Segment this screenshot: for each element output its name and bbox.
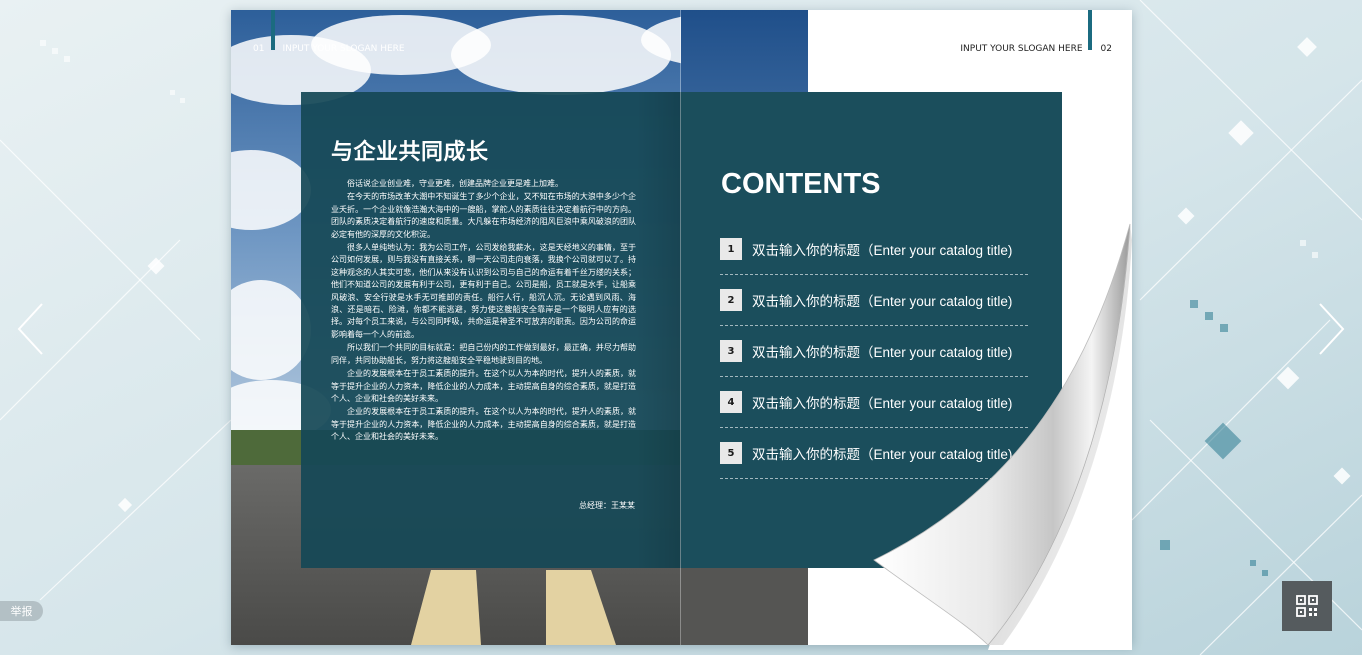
- toc-item[interactable]: 1 双击输入你的标题（Enter your catalog title): [720, 224, 1028, 275]
- article-paragraph: 所以我们一个共同的目标就是：把自己份内的工作做到最好，最正确，并尽力帮助同伴，共…: [331, 343, 636, 365]
- toc-number: 2: [720, 289, 742, 311]
- page-number: 01: [253, 44, 265, 54]
- next-page-button[interactable]: [1316, 302, 1346, 356]
- chevron-left-icon: [17, 303, 43, 355]
- article-paragraph: 企业的发展根本在于员工素质的提升。在这个以人为本的时代，提升人的素质，就等于提升…: [331, 369, 636, 403]
- toc-item[interactable]: 4 双击输入你的标题（Enter your catalog title): [720, 377, 1028, 428]
- article-paragraph: 企业的发展根本在于员工素质的提升。在这个以人为本的时代，提升人的素质，就等于提升…: [331, 407, 636, 442]
- toc-item[interactable]: 3 双击输入你的标题（Enter your catalog title): [720, 326, 1028, 377]
- toc-label: 双击输入你的标题（Enter your catalog title): [752, 345, 1013, 360]
- qr-code-icon: [1296, 595, 1318, 617]
- toc-number: 3: [720, 340, 742, 362]
- chevron-right-icon: [1319, 303, 1345, 355]
- page-number: 02: [1100, 44, 1112, 54]
- article-title: 与企业共同成长: [331, 140, 489, 165]
- report-button[interactable]: 举报: [0, 601, 43, 621]
- table-of-contents: 1 双击输入你的标题（Enter your catalog title) 2 双…: [720, 224, 1028, 479]
- article-panel: 与企业共同成长 俗话说企业创业难，守业更难，创建品牌企业更是难上加难。 在今天的…: [301, 92, 681, 568]
- signature: 总经理：王某某: [579, 501, 635, 510]
- toc-number: 5: [720, 442, 742, 464]
- article-paragraph: 在今天的市场改革大潮中不知诞生了多少个企业，又不知在市场的大浪中多少个企业夭折。…: [331, 192, 636, 239]
- toc-label: 双击输入你的标题（Enter your catalog title): [752, 447, 1013, 462]
- right-page[interactable]: INPUT YOUR SLOGAN HERE 02 CONTENTS 1 双击输…: [681, 10, 1132, 645]
- slogan-text: INPUT YOUR SLOGAN HERE: [282, 44, 405, 54]
- left-page[interactable]: 01 INPUT YOUR SLOGAN HERE 与企业共同成长 俗话说企业创…: [231, 10, 681, 645]
- article-body: 俗话说企业创业难，守业更难，创建品牌企业更是难上加难。 在今天的市场改革大潮中不…: [331, 178, 636, 445]
- toc-number: 4: [720, 391, 742, 413]
- toc-label: 双击输入你的标题（Enter your catalog title): [752, 294, 1013, 309]
- toc-item[interactable]: 2 双击输入你的标题（Enter your catalog title): [720, 275, 1028, 326]
- qr-code-button[interactable]: [1282, 581, 1332, 631]
- contents-panel: CONTENTS 1 双击输入你的标题（Enter your catalog t…: [681, 92, 1062, 568]
- toc-label: 双击输入你的标题（Enter your catalog title): [752, 243, 1013, 258]
- right-page-header: INPUT YOUR SLOGAN HERE 02: [960, 44, 1112, 54]
- toc-number: 1: [720, 238, 742, 260]
- flipbook[interactable]: 01 INPUT YOUR SLOGAN HERE 与企业共同成长 俗话说企业创…: [231, 10, 1132, 645]
- prev-page-button[interactable]: [16, 302, 46, 356]
- article-paragraph: 很多人单纯地认为：我为公司工作，公司发给我薪水，这是天经地义的事情，至于公司如何…: [331, 243, 636, 339]
- article-paragraph: 俗话说企业创业难，守业更难，创建品牌企业更是难上加难。: [347, 179, 563, 188]
- left-page-header: 01 INPUT YOUR SLOGAN HERE: [253, 44, 405, 54]
- slogan-text: INPUT YOUR SLOGAN HERE: [960, 44, 1083, 54]
- toc-label: 双击输入你的标题（Enter your catalog title): [752, 396, 1013, 411]
- contents-title: CONTENTS: [721, 168, 881, 200]
- toc-item[interactable]: 5 双击输入你的标题（Enter your catalog title): [720, 428, 1028, 479]
